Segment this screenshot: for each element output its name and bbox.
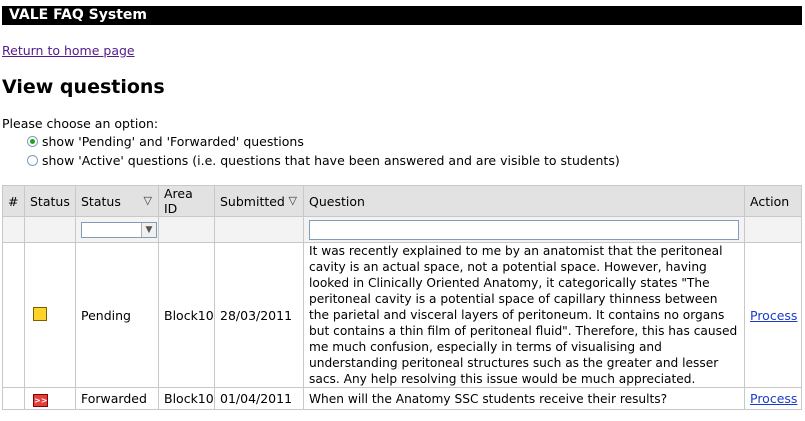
app-title-bar: VALE FAQ System xyxy=(2,6,802,25)
table-row: >> Forwarded Block10 01/04/2011 When wil… xyxy=(2,387,802,410)
forwarded-arrow-icon: >> xyxy=(33,393,48,407)
row-submitted: 28/03/2011 xyxy=(214,242,304,388)
question-filter-input[interactable] xyxy=(309,219,739,240)
option-active[interactable]: show 'Active' questions (i.e. questions … xyxy=(27,153,620,168)
col-header-number: # xyxy=(2,185,25,217)
app-title: VALE FAQ System xyxy=(9,7,147,23)
col-header-status-icon: Status xyxy=(24,185,76,217)
chevron-down-icon[interactable]: ▼ xyxy=(141,222,156,237)
radio-pending-forwarded[interactable] xyxy=(27,136,38,147)
status-filter-select[interactable]: ▼ xyxy=(81,221,157,238)
col-header-area-id: Area ID xyxy=(158,185,215,217)
row-status: Pending xyxy=(75,242,159,388)
col-header-submitted-label: Submitted xyxy=(220,193,285,209)
table-row: Pending Block10 28/03/2011 It was recent… xyxy=(2,242,802,388)
row-status: Forwarded xyxy=(75,387,159,410)
col-header-status[interactable]: Status ▽ xyxy=(75,185,159,217)
process-link[interactable]: Process xyxy=(750,308,797,323)
process-link[interactable]: Process xyxy=(750,391,797,406)
option-pending-forwarded-label: show 'Pending' and 'Forwarded' questions xyxy=(42,134,304,149)
option-active-label: show 'Active' questions (i.e. questions … xyxy=(42,153,620,168)
col-header-status-label: Status xyxy=(81,193,121,209)
col-header-submitted[interactable]: Submitted ▽ xyxy=(214,185,304,217)
filter-row: ▼ xyxy=(2,216,802,243)
table-header-row: # Status Status ▽ Area ID Submitted ▽ Qu… xyxy=(2,185,802,217)
sort-down-icon[interactable]: ▽ xyxy=(289,194,297,207)
radio-active[interactable] xyxy=(27,155,38,166)
pending-square-icon xyxy=(33,306,47,321)
row-area-id: Block10 xyxy=(158,387,215,410)
option-prompt: Please choose an option: xyxy=(2,116,159,131)
col-header-action: Action xyxy=(744,185,802,217)
row-area-id: Block10 xyxy=(158,242,215,388)
row-question: It was recently explained to me by an an… xyxy=(303,242,745,388)
return-home-link[interactable]: Return to home page xyxy=(2,43,135,58)
page-title: View questions xyxy=(2,76,165,98)
row-question: When will the Anatomy SSC students recei… xyxy=(303,387,745,410)
option-pending-forwarded[interactable]: show 'Pending' and 'Forwarded' questions xyxy=(27,134,304,149)
col-header-question: Question xyxy=(303,185,745,217)
sort-down-icon[interactable]: ▽ xyxy=(144,194,152,207)
row-submitted: 01/04/2011 xyxy=(214,387,304,410)
questions-table: # Status Status ▽ Area ID Submitted ▽ Qu… xyxy=(2,185,802,410)
